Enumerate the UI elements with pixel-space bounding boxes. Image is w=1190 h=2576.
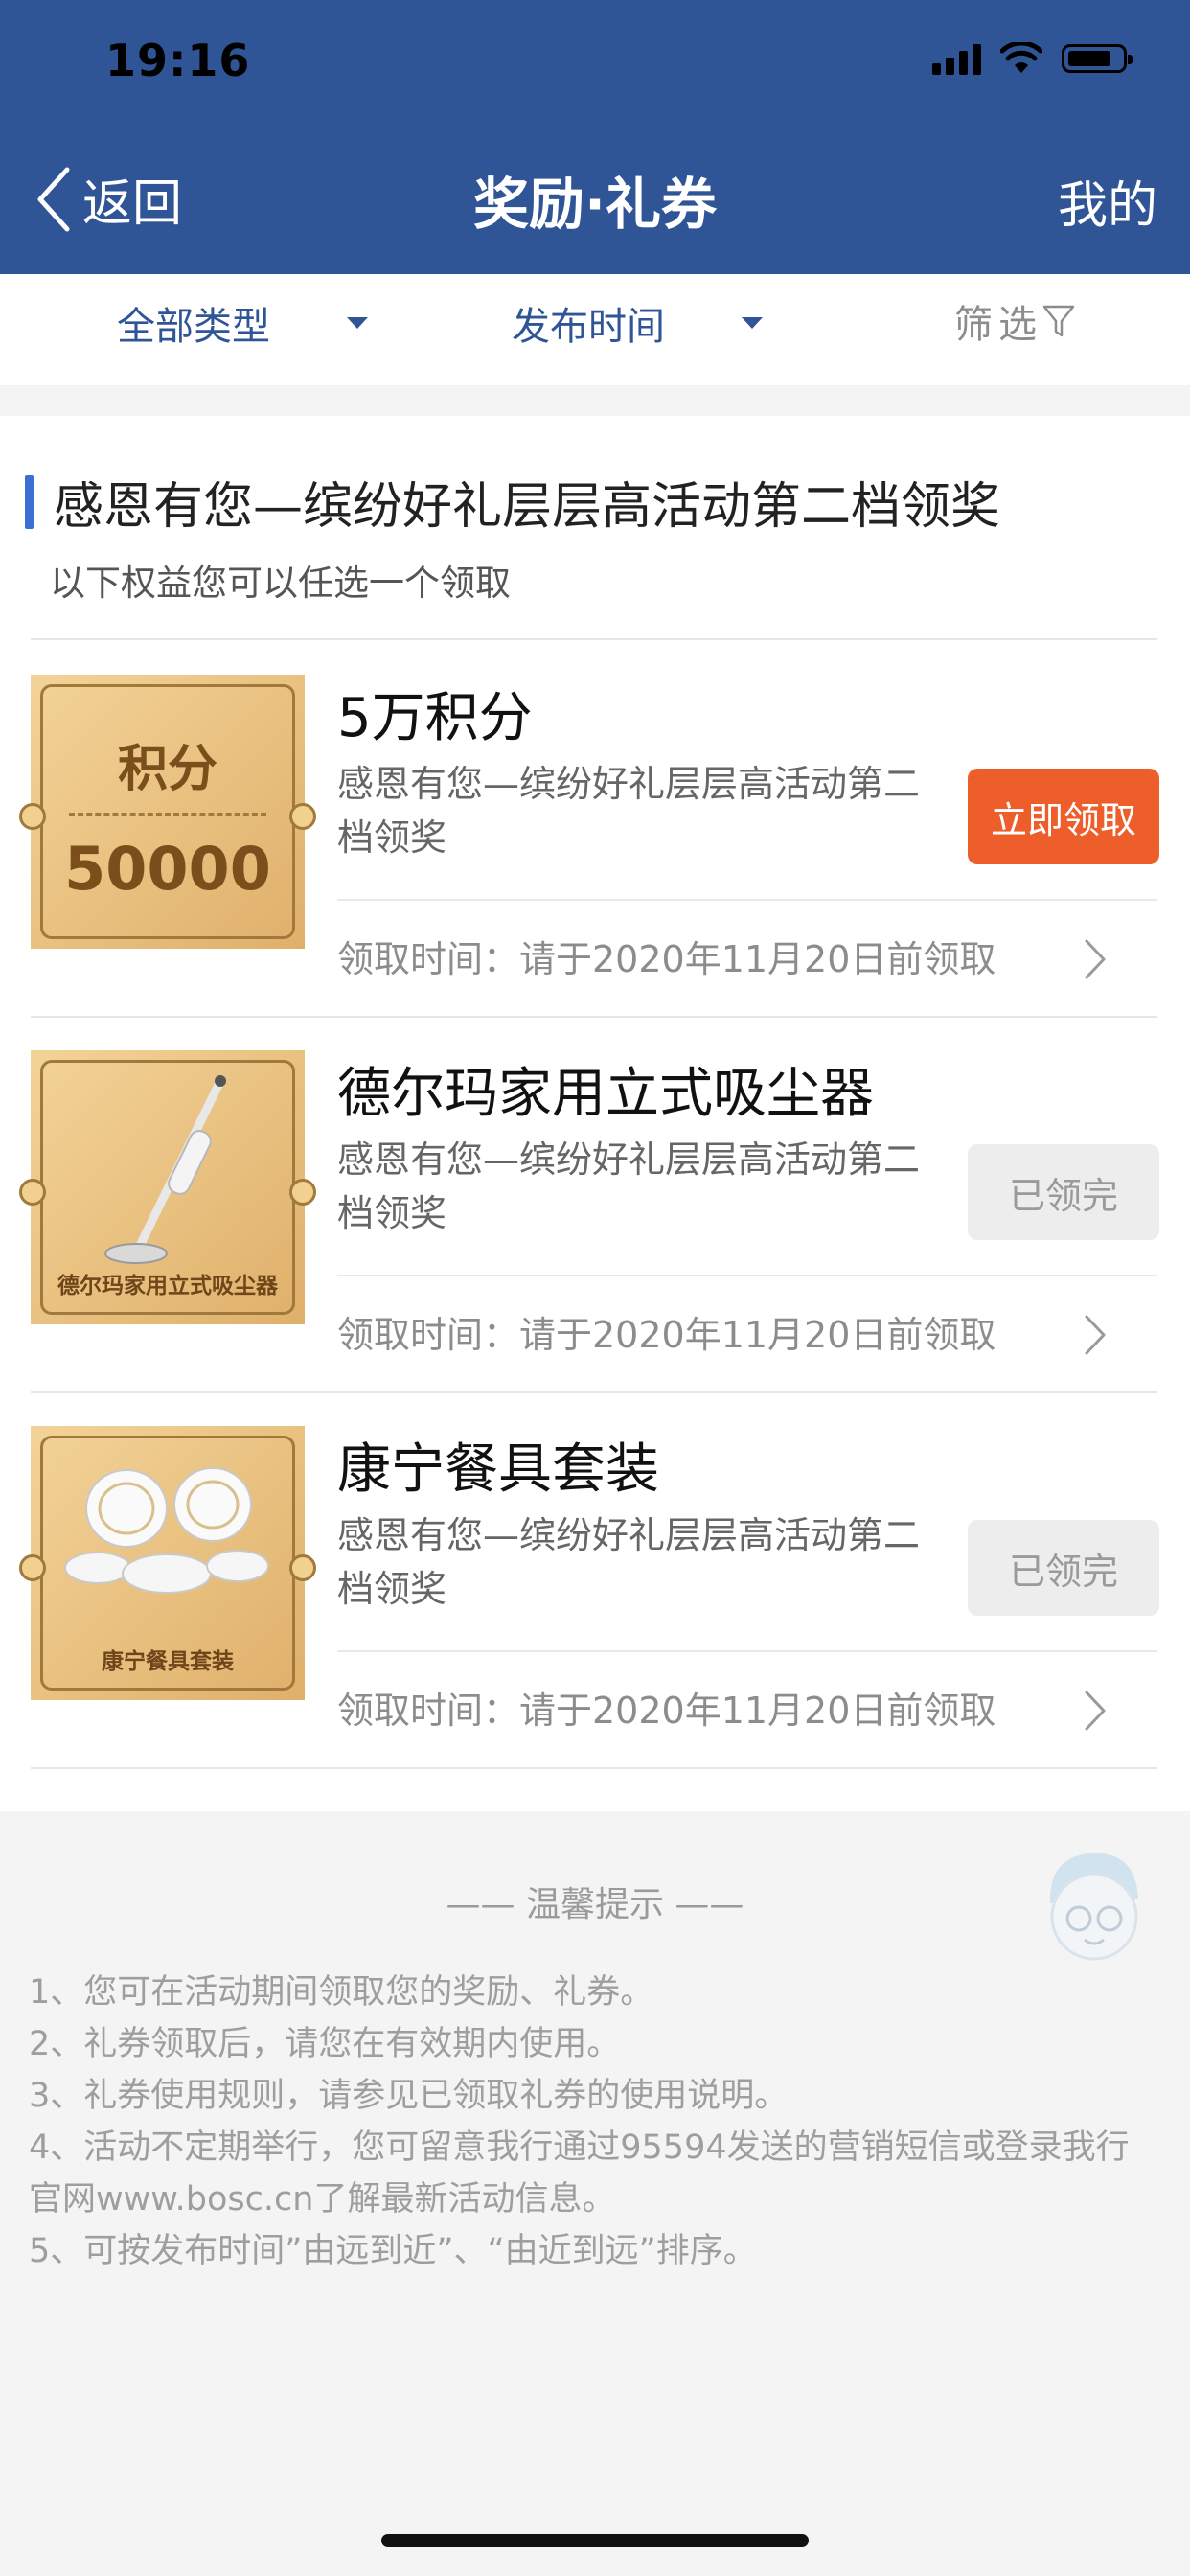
tips-list: 1、您可在活动期间领取您的奖励、礼券。 2、礼券领取后，请您在有效期内使用。 3… xyxy=(29,1966,1159,2277)
caret-down-icon xyxy=(742,317,763,329)
section-accent-bar xyxy=(25,475,34,529)
divider xyxy=(31,1767,1157,1769)
battery-icon xyxy=(1062,44,1133,73)
type-filter-dropdown[interactable]: 全部类型 xyxy=(117,295,368,351)
vacuum-coupon-image: 德尔玛家用立式吸尘器 xyxy=(19,1050,316,1324)
coupon-image-bottom-text: 50000 xyxy=(64,834,271,904)
tip-line: 3、礼券使用规则，请参见已领取礼券的使用说明。 xyxy=(29,2077,789,2115)
time-filter-label: 发布时间 xyxy=(512,305,665,349)
tip-line: 1、您可在活动期间领取您的奖励、礼券。 xyxy=(29,1973,654,2012)
reward-description: 感恩有您—缤纷好礼层层高活动第二档领奖 xyxy=(337,763,921,859)
claimed-out-button[interactable]: 已领完 xyxy=(968,1144,1159,1240)
chevron-right-icon[interactable] xyxy=(1083,1313,1108,1357)
reward-item-points[interactable]: 积分 50000 5万积分 感恩有您—缤纷好礼层层高活动第二档领奖 立即领取 领… xyxy=(0,640,1190,1016)
section-subtitle: 以下权益您可以任选一个领取 xyxy=(50,563,511,604)
claim-deadline: 领取时间：请于2020年11月20日前领取 xyxy=(337,1314,996,1356)
mine-button[interactable]: 我的 xyxy=(1058,165,1157,237)
home-indicator[interactable] xyxy=(381,2534,809,2547)
reward-title: 德尔玛家用立式吸尘器 xyxy=(337,1063,874,1125)
divider xyxy=(337,1650,1157,1652)
claim-deadline: 领取时间：请于2020年11月20日前领取 xyxy=(337,1690,996,1732)
coupon-image-label: 德尔玛家用立式吸尘器 xyxy=(57,1274,278,1299)
vacuum-cleaner-icon xyxy=(104,1075,226,1264)
tip-line: 5、可按发布时间”由远到近”、“由近到远”排序。 xyxy=(29,2232,757,2270)
tip-line: 4、活动不定期举行，您可留意我行通过95594发送的营销短信或登录我行官网www… xyxy=(29,2128,1130,2219)
chevron-right-icon[interactable] xyxy=(1083,937,1108,981)
mascot-icon xyxy=(1049,1852,1138,1961)
tableware-coupon-image: 康宁餐具套装 xyxy=(19,1426,316,1700)
header-bar: 19:16 返回 奖励·礼券 我的 xyxy=(0,0,1190,274)
divider xyxy=(337,1275,1157,1276)
claimed-out-button[interactable]: 已领完 xyxy=(968,1520,1159,1616)
reward-card: 感恩有您—缤纷好礼层层高活动第二档领奖 以下权益您可以任选一个领取 积分 500… xyxy=(0,416,1190,1811)
chevron-right-icon[interactable] xyxy=(1083,1689,1108,1733)
status-icons xyxy=(932,42,1133,75)
reward-description: 感恩有您—缤纷好礼层层高活动第二档领奖 xyxy=(337,1138,921,1234)
time-filter-dropdown[interactable]: 发布时间 xyxy=(512,295,763,351)
claim-button[interactable]: 立即领取 xyxy=(968,769,1159,864)
screen-filter-button[interactable]: 筛选 xyxy=(954,293,1075,349)
screen-filter-label: 筛选 xyxy=(954,303,1042,347)
reward-item-tableware[interactable]: 康宁餐具套装 康宁餐具套装 感恩有您—缤纷好礼层层高活动第二档领奖 已领完 领取… xyxy=(0,1392,1190,1767)
divider xyxy=(337,899,1157,901)
claim-deadline: 领取时间：请于2020年11月20日前领取 xyxy=(337,938,996,980)
points-coupon-image: 积分 50000 xyxy=(19,675,316,949)
type-filter-label: 全部类型 xyxy=(117,305,270,349)
section-title: 感恩有您—缤纷好礼层层高活动第二档领奖 xyxy=(54,478,1001,536)
tip-line: 2、礼券领取后，请您在有效期内使用。 xyxy=(29,2025,621,2063)
funnel-icon xyxy=(1042,305,1075,337)
reward-item-vacuum[interactable]: 德尔玛家用立式吸尘器 德尔玛家用立式吸尘器 感恩有您—缤纷好礼层层高活动第二档领… xyxy=(0,1016,1190,1392)
caret-down-icon xyxy=(347,317,368,329)
reward-title: 康宁餐具套装 xyxy=(337,1438,659,1501)
tableware-icon xyxy=(64,1467,269,1594)
reward-title: 5万积分 xyxy=(337,687,533,749)
wifi-icon xyxy=(1000,42,1042,73)
filter-bar: 全部类型 发布时间 筛选 xyxy=(0,274,1190,385)
status-time: 19:16 xyxy=(105,34,251,86)
signal-icon xyxy=(932,42,981,75)
tips-heading: —— 温馨提示 —— xyxy=(446,1885,744,1924)
reward-description: 感恩有您—缤纷好礼层层高活动第二档领奖 xyxy=(337,1514,921,1610)
coupon-image-top-text: 积分 xyxy=(117,741,217,798)
coupon-image-label: 康宁餐具套装 xyxy=(102,1649,234,1674)
page-title: 奖励·礼券 xyxy=(472,172,718,237)
